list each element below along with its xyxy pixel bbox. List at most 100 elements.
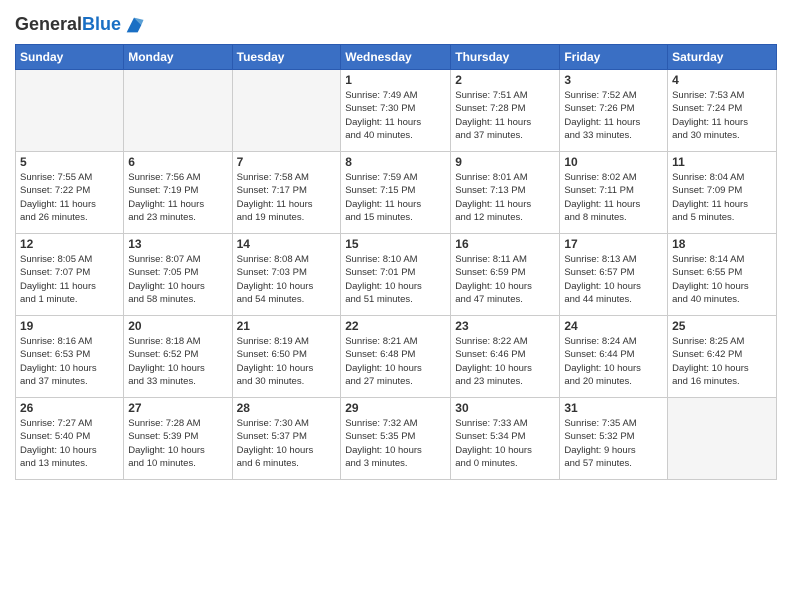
day-info: Sunrise: 7:35 AM Sunset: 5:32 PM Dayligh…: [564, 417, 663, 470]
calendar-cell: 16Sunrise: 8:11 AM Sunset: 6:59 PM Dayli…: [451, 234, 560, 316]
day-info: Sunrise: 8:24 AM Sunset: 6:44 PM Dayligh…: [564, 335, 663, 388]
header: GeneralBlue: [15, 10, 777, 36]
day-number: 2: [455, 73, 555, 87]
page: GeneralBlue SundayMondayTuesdayWednesday…: [0, 0, 792, 612]
day-info: Sunrise: 8:16 AM Sunset: 6:53 PM Dayligh…: [20, 335, 119, 388]
day-number: 24: [564, 319, 663, 333]
day-number: 23: [455, 319, 555, 333]
calendar-cell: 30 Sunrise: 7:33 AM Sunset: 5:34 PM Dayli…: [451, 398, 560, 480]
calendar-cell: 1 Sunrise: 7:49 AM Sunset: 7:30 PM Daylig…: [341, 70, 451, 152]
calendar-cell: 10 Sunrise: 8:02 AM Sunset: 7:11 PM Dayli…: [560, 152, 668, 234]
day-number: 10: [564, 155, 663, 169]
day-number: 3: [564, 73, 663, 87]
day-info: Sunrise: 7:30 AM Sunset: 5:37 PM Dayligh…: [237, 417, 337, 470]
day-info: Sunrise: 8:14 AM Sunset: 6:55 PM Dayligh…: [672, 253, 772, 306]
day-number: 18: [672, 237, 772, 251]
calendar-cell: 18 Sunrise: 8:14 AM Sunset: 6:55 PM Dayli…: [668, 234, 777, 316]
calendar-cell: 15 Sunrise: 8:10 AM Sunset: 7:01 PM Dayli…: [341, 234, 451, 316]
day-number: 25: [672, 319, 772, 333]
logo-icon: [123, 14, 145, 36]
day-number: 13: [128, 237, 227, 251]
day-info: Sunrise: 8:13 AM Sunset: 6:57 PM Dayligh…: [564, 253, 663, 306]
calendar-cell: 26 Sunrise: 7:27 AM Sunset: 5:40 PM Dayli…: [16, 398, 124, 480]
logo: GeneralBlue: [15, 14, 145, 36]
calendar-cell: 31 Sunrise: 7:35 AM Sunset: 5:32 PM Dayli…: [560, 398, 668, 480]
day-info: Sunrise: 8:10 AM Sunset: 7:01 PM Dayligh…: [345, 253, 446, 306]
day-info: Sunrise: 8:19 AM Sunset: 6:50 PM Dayligh…: [237, 335, 337, 388]
calendar-cell: [668, 398, 777, 480]
calendar-cell: 25 Sunrise: 8:25 AM Sunset: 6:42 PM Dayli…: [668, 316, 777, 398]
day-number: 26: [20, 401, 119, 415]
calendar-cell: 17 Sunrise: 8:13 AM Sunset: 6:57 PM Dayli…: [560, 234, 668, 316]
weekday-header-saturday: Saturday: [668, 45, 777, 70]
day-number: 21: [237, 319, 337, 333]
weekday-header-sunday: Sunday: [16, 45, 124, 70]
day-number: 6: [128, 155, 227, 169]
day-info: Sunrise: 8:22 AM Sunset: 6:46 PM Dayligh…: [455, 335, 555, 388]
calendar-cell: 19 Sunrise: 8:16 AM Sunset: 6:53 PM Dayli…: [16, 316, 124, 398]
day-info: Sunrise: 8:21 AM Sunset: 6:48 PM Dayligh…: [345, 335, 446, 388]
day-info: Sunrise: 7:52 AM Sunset: 7:26 PM Dayligh…: [564, 89, 663, 142]
day-number: 11: [672, 155, 772, 169]
calendar-cell: 27Sunrise: 7:28 AM Sunset: 5:39 PM Dayli…: [124, 398, 232, 480]
day-number: 7: [237, 155, 337, 169]
calendar-cell: 14 Sunrise: 8:08 AM Sunset: 7:03 PM Dayli…: [232, 234, 341, 316]
day-info: Sunrise: 7:58 AM Sunset: 7:17 PM Dayligh…: [237, 171, 337, 224]
day-number: 12: [20, 237, 119, 251]
day-info: Sunrise: 8:01 AM Sunset: 7:13 PM Dayligh…: [455, 171, 555, 224]
weekday-header-thursday: Thursday: [451, 45, 560, 70]
day-number: 1: [345, 73, 446, 87]
calendar-cell: 6Sunrise: 7:56 AM Sunset: 7:19 PM Daylig…: [124, 152, 232, 234]
day-number: 5: [20, 155, 119, 169]
calendar-cell: 21 Sunrise: 8:19 AM Sunset: 6:50 PM Dayli…: [232, 316, 341, 398]
calendar-cell: 9 Sunrise: 8:01 AM Sunset: 7:13 PM Daylig…: [451, 152, 560, 234]
day-number: 22: [345, 319, 446, 333]
day-info: Sunrise: 7:27 AM Sunset: 5:40 PM Dayligh…: [20, 417, 119, 470]
day-info: Sunrise: 7:55 AM Sunset: 7:22 PM Dayligh…: [20, 171, 119, 224]
calendar-cell: 12 Sunrise: 8:05 AM Sunset: 7:07 PM Dayli…: [16, 234, 124, 316]
day-info: Sunrise: 8:02 AM Sunset: 7:11 PM Dayligh…: [564, 171, 663, 224]
day-info: Sunrise: 8:25 AM Sunset: 6:42 PM Dayligh…: [672, 335, 772, 388]
calendar-cell: [124, 70, 232, 152]
day-number: 27: [128, 401, 227, 415]
day-number: 29: [345, 401, 446, 415]
day-number: 15: [345, 237, 446, 251]
calendar-cell: 8Sunrise: 7:59 AM Sunset: 7:15 PM Daylig…: [341, 152, 451, 234]
day-info: Sunrise: 8:11 AM Sunset: 6:59 PM Dayligh…: [455, 253, 555, 306]
day-info: Sunrise: 8:08 AM Sunset: 7:03 PM Dayligh…: [237, 253, 337, 306]
day-info: Sunrise: 7:51 AM Sunset: 7:28 PM Dayligh…: [455, 89, 555, 142]
calendar-cell: 24 Sunrise: 8:24 AM Sunset: 6:44 PM Dayli…: [560, 316, 668, 398]
day-info: Sunrise: 7:53 AM Sunset: 7:24 PM Dayligh…: [672, 89, 772, 142]
calendar-cell: 11 Sunrise: 8:04 AM Sunset: 7:09 PM Dayli…: [668, 152, 777, 234]
day-number: 14: [237, 237, 337, 251]
day-info: Sunrise: 7:49 AM Sunset: 7:30 PM Dayligh…: [345, 89, 446, 142]
day-number: 30: [455, 401, 555, 415]
calendar-cell: [16, 70, 124, 152]
day-number: 28: [237, 401, 337, 415]
calendar-cell: 22 Sunrise: 8:21 AM Sunset: 6:48 PM Dayli…: [341, 316, 451, 398]
day-number: 9: [455, 155, 555, 169]
day-info: Sunrise: 8:04 AM Sunset: 7:09 PM Dayligh…: [672, 171, 772, 224]
calendar-cell: 13 Sunrise: 8:07 AM Sunset: 7:05 PM Dayli…: [124, 234, 232, 316]
calendar-cell: 20Sunrise: 8:18 AM Sunset: 6:52 PM Dayli…: [124, 316, 232, 398]
calendar-cell: 3 Sunrise: 7:52 AM Sunset: 7:26 PM Daylig…: [560, 70, 668, 152]
weekday-header-tuesday: Tuesday: [232, 45, 341, 70]
calendar-cell: [232, 70, 341, 152]
day-info: Sunrise: 7:32 AM Sunset: 5:35 PM Dayligh…: [345, 417, 446, 470]
weekday-header-wednesday: Wednesday: [341, 45, 451, 70]
weekday-header-monday: Monday: [124, 45, 232, 70]
calendar-cell: 28 Sunrise: 7:30 AM Sunset: 5:37 PM Dayli…: [232, 398, 341, 480]
day-number: 17: [564, 237, 663, 251]
day-number: 19: [20, 319, 119, 333]
day-number: 20: [128, 319, 227, 333]
day-info: Sunrise: 8:05 AM Sunset: 7:07 PM Dayligh…: [20, 253, 119, 306]
calendar-cell: 23 Sunrise: 8:22 AM Sunset: 6:46 PM Dayli…: [451, 316, 560, 398]
calendar-cell: 7 Sunrise: 7:58 AM Sunset: 7:17 PM Daylig…: [232, 152, 341, 234]
calendar-cell: 5 Sunrise: 7:55 AM Sunset: 7:22 PM Daylig…: [16, 152, 124, 234]
calendar-cell: 29 Sunrise: 7:32 AM Sunset: 5:35 PM Dayli…: [341, 398, 451, 480]
calendar-cell: 2 Sunrise: 7:51 AM Sunset: 7:28 PM Daylig…: [451, 70, 560, 152]
day-number: 4: [672, 73, 772, 87]
day-info: Sunrise: 8:07 AM Sunset: 7:05 PM Dayligh…: [128, 253, 227, 306]
day-number: 31: [564, 401, 663, 415]
day-info: Sunrise: 7:33 AM Sunset: 5:34 PM Dayligh…: [455, 417, 555, 470]
